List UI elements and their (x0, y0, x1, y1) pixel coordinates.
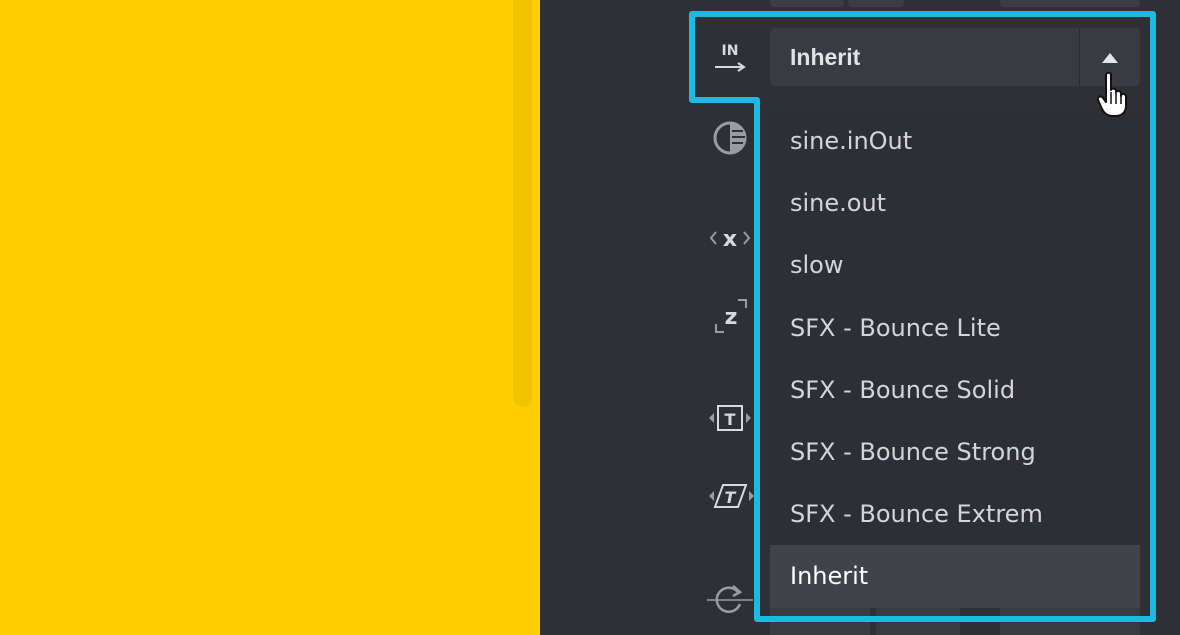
dropdown-option[interactable]: slow (770, 234, 1140, 296)
ease-in-icon: IN (700, 38, 760, 78)
hand-cursor-icon (1096, 71, 1127, 117)
easing-dropdown-list: sine.inOut sine.out slow SFX - Bounce Li… (770, 110, 1140, 608)
dropdown-option[interactable]: SFX - Bounce Solid (770, 359, 1140, 421)
position-x-icon: x (700, 218, 760, 258)
dropdown-option[interactable]: SFX - Bounce Strong (770, 421, 1140, 483)
scrollbar-thumb[interactable] (513, 0, 532, 407)
svg-text:x: x (723, 227, 737, 252)
dropdown-option[interactable]: sine.out (770, 172, 1140, 234)
dropdown-option-selected[interactable]: Inherit (770, 545, 1140, 608)
easing-select-value: Inherit (790, 44, 861, 70)
select-divider (1079, 28, 1080, 86)
position-z-icon: z (700, 296, 760, 336)
svg-text:T: T (725, 488, 737, 507)
caret-up-icon[interactable] (1102, 53, 1118, 63)
dropdown-option[interactable]: sine.inOut (770, 110, 1140, 172)
easing-select[interactable]: Inherit (770, 28, 1140, 86)
svg-text:z: z (725, 305, 738, 330)
svg-text:IN: IN (722, 43, 739, 59)
dropdown-option[interactable]: SFX - Bounce Lite (770, 297, 1140, 359)
canvas-area (0, 0, 540, 635)
dropdown-option[interactable]: SFX - Bounce Extrem (770, 483, 1140, 545)
text-skew-icon: T (700, 476, 760, 516)
top-control-stub (1000, 0, 1140, 7)
opacity-icon (700, 118, 760, 158)
rotate-icon (700, 580, 760, 620)
top-control-stub (848, 0, 904, 7)
svg-text:T: T (725, 410, 736, 429)
text-spacing-icon: T (700, 398, 760, 438)
top-control-stub (770, 0, 844, 7)
